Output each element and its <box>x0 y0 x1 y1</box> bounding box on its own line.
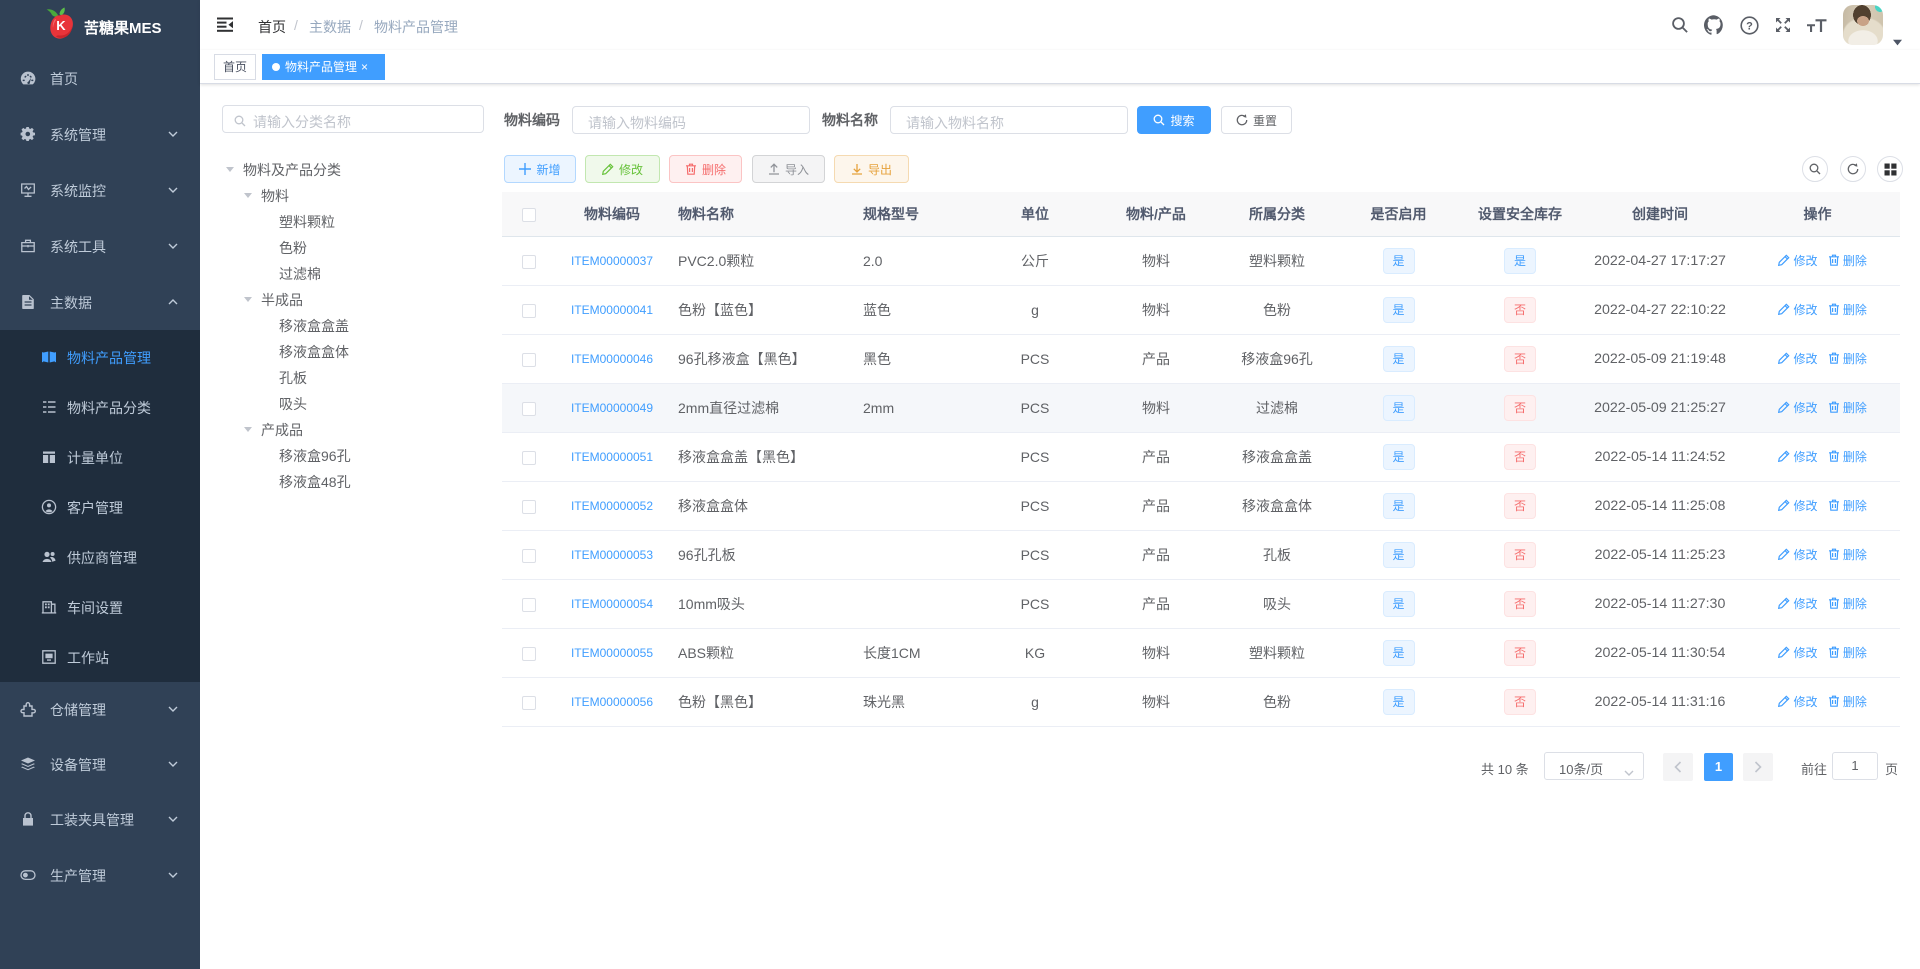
svg-text:K: K <box>56 18 66 33</box>
svg-text:?: ? <box>1746 20 1753 32</box>
